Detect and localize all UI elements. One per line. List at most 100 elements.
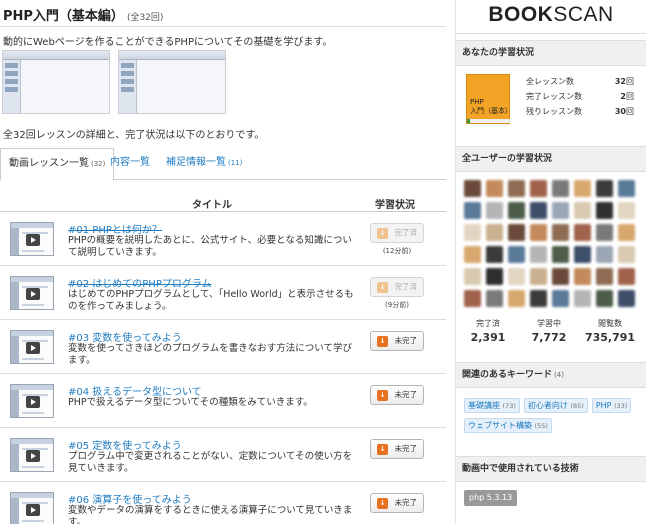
lesson-title-link[interactable]: #02 はじめてのPHPプログラム	[68, 275, 212, 290]
user-avatar[interactable]	[552, 202, 569, 219]
tab-video-lessons[interactable]: 動画レッスン一覧 (32)	[0, 148, 115, 181]
user-avatar[interactable]	[618, 290, 635, 307]
video-thumbnail[interactable]	[10, 330, 54, 364]
stat-label: 全レッスン数	[526, 77, 574, 86]
lesson-title-link[interactable]: #04 扱えるデータ型について	[68, 383, 202, 398]
lesson-title-link[interactable]: #05 定数を使ってみよう	[68, 437, 182, 452]
user-avatar[interactable]	[552, 246, 569, 263]
user-avatar[interactable]	[464, 290, 481, 307]
user-avatar[interactable]	[596, 268, 613, 285]
user-avatar[interactable]	[508, 202, 525, 219]
user-avatar[interactable]	[618, 224, 635, 241]
user-avatar[interactable]	[574, 246, 591, 263]
user-avatar[interactable]	[464, 202, 481, 219]
user-avatar[interactable]	[464, 180, 481, 197]
course-book-cover[interactable]: PHP 入門（基本）	[466, 74, 512, 124]
lesson-status-button[interactable]: ↓ 未完了	[370, 385, 424, 405]
lesson-title-link[interactable]: #03 変数を使ってみよう	[68, 329, 182, 344]
keyword-tag[interactable]: PHP (33)	[591, 398, 632, 413]
user-avatar[interactable]	[618, 246, 635, 263]
all-users-heading: 全ユーザーの学習状況	[456, 146, 646, 172]
lesson-status-button[interactable]: ↓ 未完了	[370, 493, 424, 513]
user-avatar[interactable]	[574, 180, 591, 197]
user-avatar[interactable]	[596, 202, 613, 219]
user-avatar[interactable]	[596, 290, 613, 307]
lesson-row: #04 扱えるデータ型について PHPで扱えるデータ型についてその種類をみていきま…	[0, 374, 446, 428]
completion-time: (9分前)	[385, 301, 409, 309]
tab-contents[interactable]: 内容一覧	[102, 148, 158, 180]
keyword-tag[interactable]: ウェブサイト構築 (55)	[464, 418, 552, 433]
keyword-tag[interactable]: 基礎講座 (73)	[464, 398, 520, 413]
user-avatar[interactable]	[552, 268, 569, 285]
stat-remaining-lessons: 残りレッスン数 30回	[526, 106, 634, 117]
keyword-tag[interactable]: 初心者向け (85)	[523, 398, 588, 413]
video-thumbnail[interactable]	[10, 438, 54, 472]
user-avatar[interactable]	[464, 268, 481, 285]
user-avatar[interactable]	[574, 202, 591, 219]
user-avatar[interactable]	[530, 202, 547, 219]
video-thumbnail[interactable]	[10, 276, 54, 310]
user-avatar[interactable]	[486, 246, 503, 263]
lesson-title-link[interactable]: #06 演算子を使ってみよう	[68, 491, 192, 506]
user-avatar[interactable]	[552, 290, 569, 307]
user-avatar[interactable]	[486, 202, 503, 219]
logo-text: SCAN	[553, 3, 614, 26]
lesson-description: PHPで扱えるデータ型についてその種類をみていきます。	[68, 397, 313, 408]
tab-label: 動画レッスン一覧	[9, 158, 89, 169]
user-avatar[interactable]	[530, 268, 547, 285]
status-label: 未完了	[394, 390, 418, 399]
bookscan-logo[interactable]: BOOKSCAN	[456, 0, 646, 34]
preview-screenshot[interactable]	[118, 50, 226, 114]
user-avatar[interactable]	[552, 180, 569, 197]
preview-screenshot[interactable]	[2, 50, 110, 114]
user-avatar[interactable]	[508, 246, 525, 263]
lesson-title-link[interactable]: #01 PHPとは何か？	[68, 221, 162, 236]
lesson-status-button[interactable]: ↓ 未完了	[370, 331, 424, 351]
user-avatar[interactable]	[486, 180, 503, 197]
tab-supplements[interactable]: 補足情報一覧 (11)	[158, 148, 250, 180]
download-arrow-icon: ↓	[377, 282, 388, 293]
user-avatar[interactable]	[618, 180, 635, 197]
user-avatar[interactable]	[530, 290, 547, 307]
lesson-status-button[interactable]: ↓ 完了済	[370, 223, 424, 243]
user-avatar[interactable]	[464, 224, 481, 241]
tech-badge[interactable]: php 5.3.13	[464, 490, 518, 506]
user-avatar[interactable]	[486, 268, 503, 285]
stat-value: 32回	[614, 77, 634, 86]
video-thumbnail[interactable]	[10, 492, 54, 524]
user-avatar[interactable]	[574, 268, 591, 285]
user-avatar[interactable]	[508, 180, 525, 197]
user-avatar[interactable]	[618, 202, 635, 219]
tab-bar: 動画レッスン一覧 (32) 内容一覧 補足情報一覧 (11)	[0, 148, 446, 181]
user-avatar[interactable]	[530, 246, 547, 263]
user-avatar[interactable]	[596, 224, 613, 241]
lesson-status-button[interactable]: ↓ 完了済	[370, 277, 424, 297]
video-thumbnail[interactable]	[10, 222, 54, 256]
user-avatar[interactable]	[574, 224, 591, 241]
lesson-table-header: タイトル 学習状況	[0, 190, 446, 212]
user-avatar[interactable]	[464, 246, 481, 263]
user-avatar[interactable]	[486, 224, 503, 241]
user-avatar[interactable]	[530, 224, 547, 241]
user-avatar[interactable]	[574, 290, 591, 307]
preview-sidebar	[3, 60, 21, 113]
stat-value: 30回	[614, 107, 634, 116]
lesson-status-button[interactable]: ↓ 未完了	[370, 439, 424, 459]
status-label: 完了済	[394, 228, 418, 237]
lesson-row: #06 演算子を使ってみよう 変数やデータの演算をするときに使える演算子について見…	[0, 482, 446, 524]
user-avatar[interactable]	[508, 290, 525, 307]
user-avatar[interactable]	[596, 180, 613, 197]
video-thumbnail[interactable]	[10, 384, 54, 418]
download-arrow-icon: ↓	[377, 498, 388, 509]
lesson-row: #02 はじめてのPHPプログラム はじめてのPHPプログラムとして、「Hello…	[0, 266, 446, 320]
title-divider	[0, 26, 446, 27]
user-avatar[interactable]	[486, 290, 503, 307]
user-avatar[interactable]	[508, 224, 525, 241]
stat-value: 7,772	[531, 331, 567, 344]
status-label: 完了済	[394, 282, 418, 291]
user-avatar[interactable]	[508, 268, 525, 285]
user-avatar[interactable]	[530, 180, 547, 197]
user-avatar[interactable]	[552, 224, 569, 241]
user-avatar[interactable]	[618, 268, 635, 285]
user-avatar[interactable]	[596, 246, 613, 263]
